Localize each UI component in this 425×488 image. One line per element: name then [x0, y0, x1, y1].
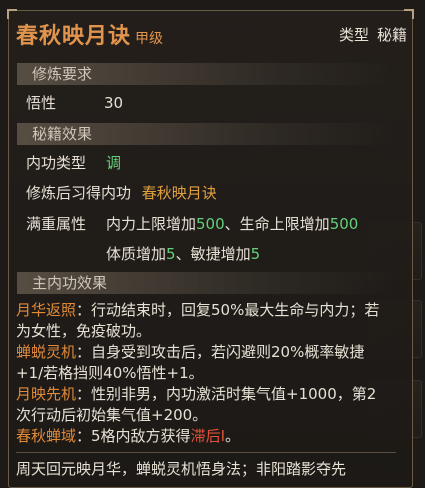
section-requirements: 修炼要求 — [17, 63, 395, 85]
tooltip-header: 春秋映月诀 甲级 — [16, 18, 164, 49]
type-label: 类型 — [338, 26, 369, 44]
effect-item: 月映先机：性别非男，内功激活时集气值+1000，第2次行动后初始集气值+200。 — [16, 384, 388, 426]
learned-row: 修炼后习得内功 春秋映月诀 — [26, 182, 217, 204]
divider — [16, 452, 396, 453]
full-attr-line1: 内力上限增加500、生命上限增加500 — [106, 213, 358, 235]
item-grade: 甲级 — [135, 31, 164, 47]
effect-name: 春秋蝉域 — [16, 427, 77, 445]
effect-name: 月华返照 — [16, 301, 77, 319]
stat-separator: 、 — [175, 245, 191, 263]
effect-end: 。 — [225, 427, 241, 445]
effect-item: 月华返照：行动结束时，回复50%最大生命与内力；若为女性，免疫破功。 — [16, 300, 388, 342]
section-effects: 秘籍效果 — [17, 123, 395, 145]
stat-text: 敏捷增加 — [190, 245, 251, 263]
full-attr-line2: 体质增加5、敏捷增加5 — [106, 243, 260, 265]
stat-text: 内力上限增加 — [106, 215, 197, 233]
stat-text: 生命上限增加 — [239, 215, 330, 233]
corner-ornament — [404, 9, 414, 19]
debuff-highlight: 滞后Ⅰ — [190, 427, 225, 445]
item-type: 类型 秘籍 — [339, 24, 407, 45]
effects-list: 月华返照：行动结束时，回复50%最大生命与内力；若为女性，免疫破功。 蝉蜕灵机：… — [16, 300, 388, 447]
learned-value: 春秋映月诀 — [141, 184, 217, 202]
internal-type-value: 调 — [106, 154, 122, 172]
effect-item: 春秋蝉域：5格内敌方获得滞后Ⅰ。 — [16, 426, 388, 447]
stat-separator: 、 — [224, 215, 240, 233]
effect-item: 蝉蜕灵机：自身受到攻击后，若闪避则20%概率敏捷+1/若格挡则40%悟性+1。 — [16, 342, 388, 384]
stat-value: 500 — [196, 215, 225, 233]
flavor-text: 周天回元映月华，蝉蜕灵机悟身法；非阳踏影夺先 — [16, 460, 347, 478]
section-main-effects: 主内功效果 — [17, 272, 395, 294]
stat-value: 5 — [250, 245, 261, 263]
item-title: 春秋映月诀 — [16, 24, 132, 49]
effect-text: ：5格内敌方获得 — [76, 427, 191, 445]
type-value: 秘籍 — [376, 26, 407, 44]
learned-label: 修炼后习得内功 — [26, 184, 132, 202]
requirement-value: 30 — [104, 94, 124, 112]
effect-name: 蝉蜕灵机 — [16, 343, 77, 361]
stat-value: 5 — [166, 245, 176, 263]
full-attr-label: 满重属性 — [26, 215, 87, 233]
stat-value: 500 — [329, 215, 359, 233]
requirement-label: 悟性 — [26, 94, 57, 112]
internal-type-label: 内功类型 — [26, 154, 87, 172]
effect-name: 月映先机 — [16, 385, 77, 403]
stat-text: 体质增加 — [106, 245, 167, 263]
